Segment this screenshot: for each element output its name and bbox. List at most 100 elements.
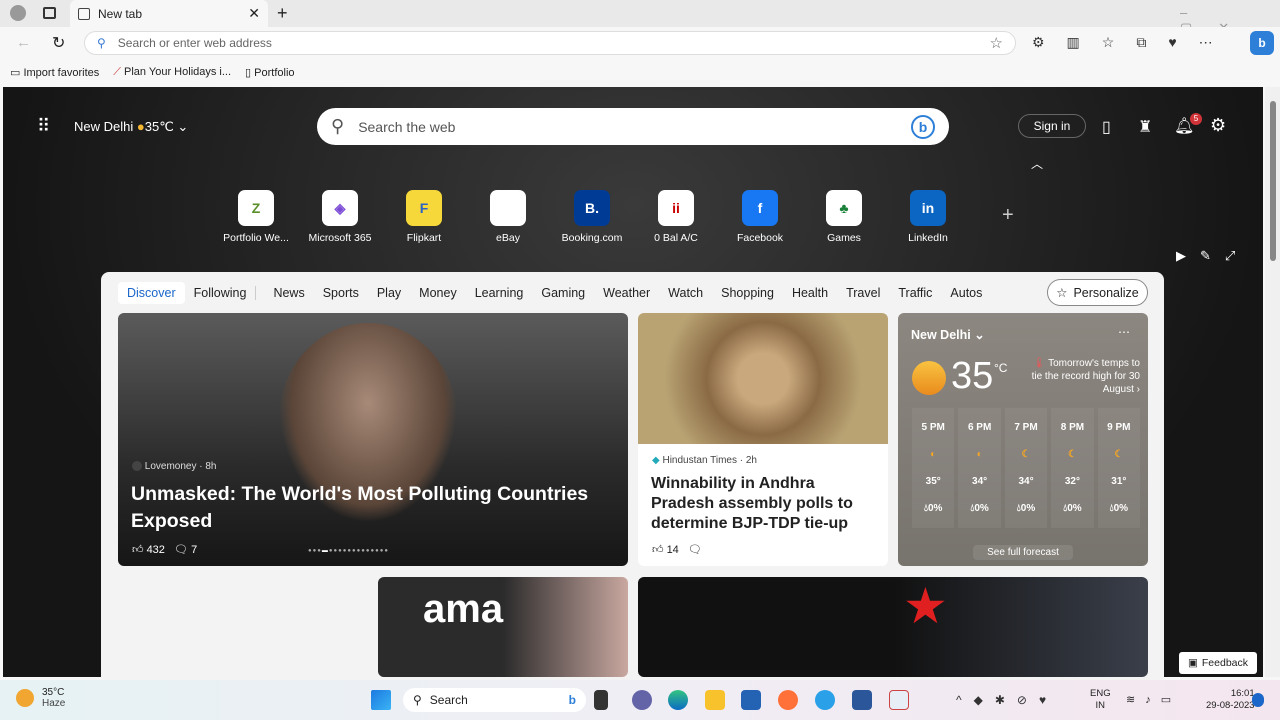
background-controls[interactable]: ▶✎⤢ — [1176, 248, 1249, 264]
back-icon[interactable]: ← — [16, 34, 31, 51]
refresh-icon[interactable]: ↻ — [52, 33, 65, 53]
tab-weather[interactable]: Weather — [594, 286, 659, 300]
store-icon[interactable] — [741, 690, 761, 710]
web-search-input[interactable]: Search the web — [358, 119, 897, 135]
carousel-dots[interactable]: ●●●▬●●●●●●●●●●●●● — [308, 548, 389, 554]
personalize-button[interactable]: ☆ Personalize — [1047, 279, 1148, 306]
tab-actions-icon[interactable] — [43, 7, 56, 19]
more-options-icon[interactable]: ⋯ — [1118, 325, 1130, 339]
shortcut-ebay[interactable]: 🛍 eBay — [466, 190, 550, 244]
thermometer-icon: 🌡︎ — [1032, 358, 1046, 369]
network-volume-battery[interactable]: ≋♪▭ — [1126, 693, 1181, 706]
fav-plan-holidays[interactable]: ⟋ Plan Your Holidays i... — [113, 66, 231, 79]
shortcut-games[interactable]: ♣ Games — [802, 190, 886, 244]
hour-5pm: 5 PM ◐ 35° 💧︎0% — [912, 408, 955, 528]
shortcut-microsoft-365[interactable]: ◈ Microsoft 365 — [298, 190, 382, 244]
snipping-tool-icon[interactable] — [889, 690, 909, 710]
tab-travel[interactable]: Travel — [837, 286, 889, 300]
web-search-box[interactable]: ⚲ Search the web b — [317, 108, 949, 145]
hour-8pm: 8 PM ☾ 32° 💧︎0% — [1051, 408, 1094, 528]
news-reactions[interactable]: 👍︎ 14 🗨︎ — [652, 543, 702, 556]
favorites-bar: ▭ Import favorites ⟋ Plan Your Holidays … — [0, 58, 1280, 86]
phone-icon[interactable]: ▯ — [1102, 117, 1111, 137]
tab-discover[interactable]: Discover — [118, 282, 185, 304]
tab-health[interactable]: Health — [783, 286, 837, 300]
settings-icon[interactable]: ⚙ — [1210, 115, 1226, 136]
hero-title[interactable]: Unmasked: The World's Most Polluting Cou… — [131, 481, 601, 535]
taskbar-weather[interactable]: 35°C Haze — [16, 687, 65, 709]
tab-following[interactable]: Following — [185, 286, 257, 300]
weather-card[interactable]: New Delhi ⌄ ⋯ 35 °C 🌡︎ Tomorrow's temps … — [898, 313, 1148, 566]
profile-icon[interactable] — [10, 5, 26, 21]
scrollbar[interactable] — [1265, 87, 1280, 677]
tab-sports[interactable]: Sports — [314, 286, 368, 300]
hour-6pm: 6 PM ◐ 34° 💧︎0% — [958, 408, 1001, 528]
edge-icon[interactable] — [668, 690, 688, 710]
weather-location[interactable]: New Delhi ⌄ — [911, 327, 985, 342]
temp-unit: °C — [994, 361, 1008, 375]
tab-autos[interactable]: Autos — [941, 286, 991, 300]
sparkle-icon: ☆ — [1056, 286, 1068, 300]
shortcut-facebook[interactable]: f Facebook — [718, 190, 802, 244]
teams-icon[interactable] — [632, 690, 652, 710]
app-icon[interactable] — [815, 690, 835, 710]
system-tray-icons[interactable]: ^◆✱⊘♥ — [956, 693, 1058, 707]
hero-card[interactable]: Lovemoney · 8h Unmasked: The World's Mos… — [118, 313, 628, 566]
language-indicator[interactable]: ENG IN — [1090, 688, 1111, 712]
haze-sun-icon — [912, 361, 946, 395]
close-tab-icon[interactable]: ✕ — [248, 5, 260, 22]
shortcut-0-bal-ac[interactable]: ii 0 Bal A/C — [634, 190, 718, 244]
tab-gaming[interactable]: Gaming — [532, 286, 594, 300]
tab-new-tab[interactable]: New tab ✕ — [70, 0, 268, 27]
file-explorer-icon[interactable] — [705, 690, 725, 710]
notification-badge: 5 — [1190, 113, 1202, 125]
fav-import-favorites[interactable]: ▭ Import favorites — [10, 66, 99, 79]
haze-icon — [16, 689, 34, 707]
shortcut-booking[interactable]: B. Booking.com — [550, 190, 634, 244]
tab-learning[interactable]: Learning — [466, 286, 533, 300]
news-title[interactable]: Winnability in Andhra Pradesh assembly p… — [651, 474, 876, 534]
shortcut-portfolio[interactable]: Z Portfolio We... — [214, 190, 298, 244]
shortcuts: Z Portfolio We... ◈ Microsoft 365 F Flipkar… — [214, 190, 970, 244]
notification-center-icon[interactable] — [1252, 693, 1264, 707]
tab-money[interactable]: Money — [410, 286, 466, 300]
weather-location[interactable]: New Delhi ●35℃ ⌄ — [74, 119, 188, 135]
address-bar[interactable]: ⚲ Search or enter web address ☆ — [84, 31, 1016, 55]
word-icon[interactable] — [852, 690, 872, 710]
see-full-forecast-link[interactable]: See full forecast — [973, 545, 1073, 560]
start-icon[interactable] — [371, 690, 391, 710]
tab-news[interactable]: News — [264, 286, 313, 300]
fav-portfolio[interactable]: ▯ Portfolio — [245, 66, 294, 79]
tab-watch[interactable]: Watch — [659, 286, 712, 300]
weather-alert[interactable]: 🌡︎ Tomorrow's temps to tie the record hi… — [1024, 357, 1140, 396]
favorite-star-icon[interactable]: ☆ — [990, 34, 1003, 52]
collapse-chevron-icon[interactable]: ︿ — [1031, 155, 1043, 172]
news-card[interactable]: ◆ Hindustan Times · 2h Winnability in An… — [638, 313, 888, 566]
hero-source: Lovemoney · 8h — [132, 461, 217, 472]
tab-shopping[interactable]: Shopping — [712, 286, 783, 300]
firefox-icon[interactable] — [778, 690, 798, 710]
new-tab-button[interactable]: + — [277, 3, 288, 24]
taskbar-search[interactable]: ⚲ Search b — [403, 688, 586, 712]
bing-icon[interactable]: b — [911, 114, 935, 139]
apps-grid-icon[interactable]: ⠿ — [37, 116, 50, 137]
news-card-video[interactable]: ★ — [638, 577, 1148, 677]
clock[interactable]: 16:01 29-08-2023 — [1206, 688, 1255, 712]
feedback-button[interactable]: ▣ Feedback — [1179, 652, 1257, 674]
shortcut-linkedin[interactable]: in LinkedIn — [886, 190, 970, 244]
add-shortcut-icon[interactable]: + — [1002, 204, 1014, 227]
hour-7pm: 7 PM ☾ 34° 💧︎0% — [1004, 408, 1048, 528]
sign-in-button[interactable]: Sign in — [1018, 114, 1086, 138]
rewards-icon[interactable]: ♜ — [1138, 117, 1152, 137]
task-view-icon[interactable] — [594, 690, 608, 710]
address-input[interactable]: Search or enter web address — [118, 36, 978, 50]
tab-traffic[interactable]: Traffic — [889, 286, 941, 300]
tab-play[interactable]: Play — [368, 286, 410, 300]
browser-toolbar-icons[interactable]: ⚙▥☆⧉♥⋯ — [1032, 34, 1235, 51]
tab-title: New tab — [98, 6, 143, 21]
feed-tabs: Discover Following News Sports Play Mone… — [118, 282, 991, 304]
hero-reactions[interactable]: 👍︎ 432 🗨︎ 7 — [132, 543, 197, 556]
copilot-icon[interactable]: b — [1250, 31, 1274, 55]
shortcut-flipkart[interactable]: F Flipkart — [382, 190, 466, 244]
news-card-amazon[interactable]: ama — [378, 577, 628, 677]
